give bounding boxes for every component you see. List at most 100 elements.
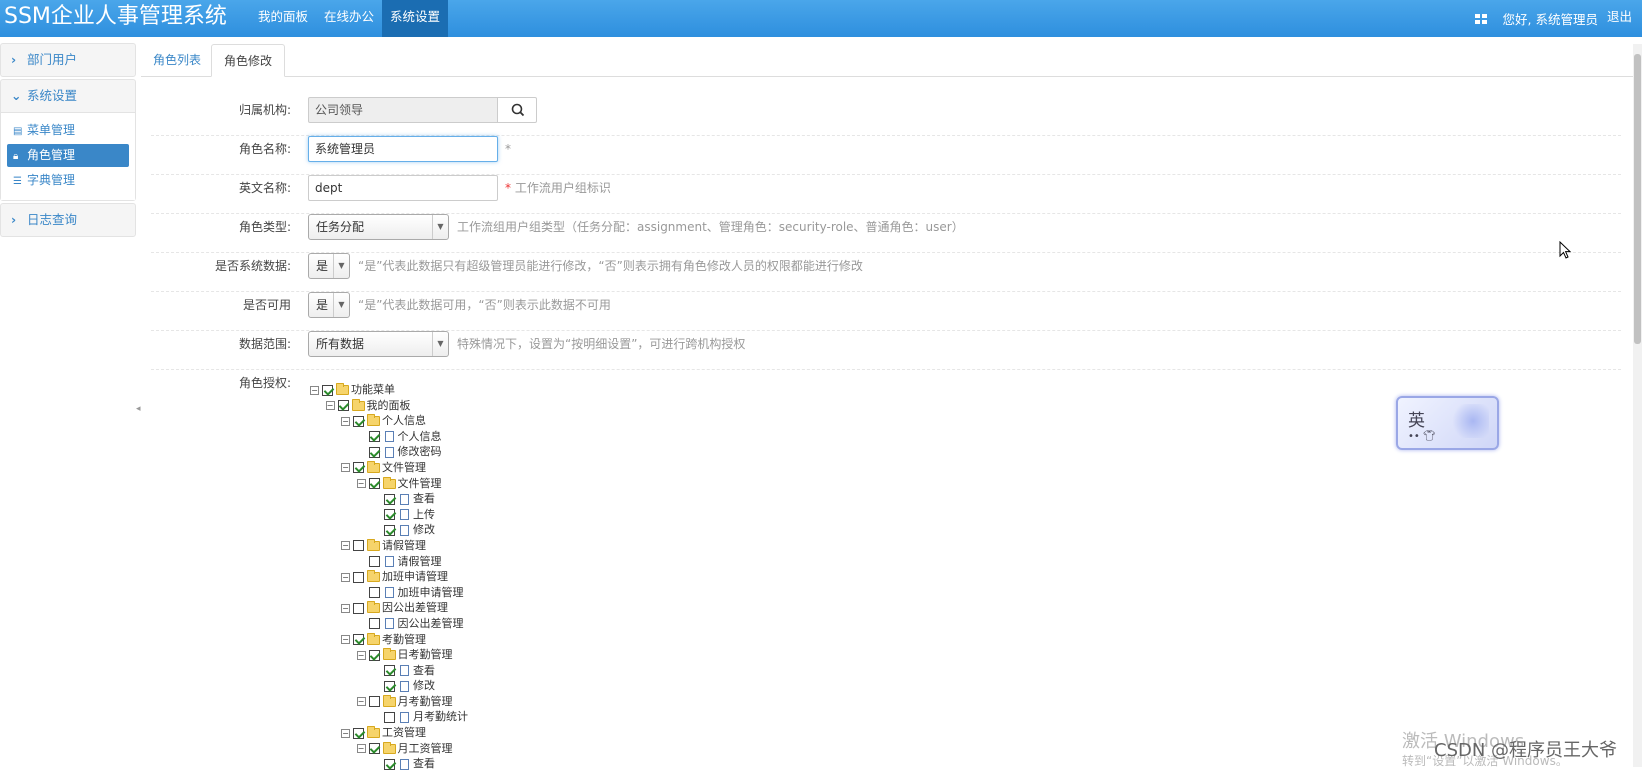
tree-checkbox[interactable] bbox=[353, 634, 364, 645]
tree-checkbox[interactable] bbox=[353, 462, 364, 474]
sidebar-item-label: 菜单管理 bbox=[27, 123, 76, 137]
tree-node-label[interactable]: 修改密码 bbox=[398, 446, 442, 459]
tree-node-label[interactable]: 个人信息 bbox=[398, 430, 442, 443]
sys-data-select[interactable]: 是 ▼ bbox=[308, 253, 350, 279]
tree-node-label[interactable]: 个人信息 bbox=[382, 414, 426, 427]
tree-node-label[interactable]: 功能菜单 bbox=[351, 383, 395, 396]
tree-node-label[interactable]: 查看 bbox=[413, 664, 435, 677]
english-name-input[interactable]: dept bbox=[308, 175, 498, 201]
sidebar-section-header[interactable]: ⌄ 系统设置 bbox=[1, 80, 135, 112]
sidebar-section-header[interactable]: › 部门用户 bbox=[1, 44, 135, 76]
tree-collapse-icon[interactable]: − bbox=[341, 463, 350, 473]
topnav-item-system-settings[interactable]: 系统设置 bbox=[382, 0, 449, 37]
tree-checkbox[interactable] bbox=[384, 680, 395, 692]
tree-checkbox[interactable] bbox=[368, 446, 380, 458]
sidebar-section-header[interactable]: › 日志查询 bbox=[1, 204, 135, 236]
tree-checkbox[interactable] bbox=[384, 493, 395, 505]
app-title[interactable]: SSM企业人事管理系统 bbox=[4, 3, 227, 31]
tree-checkbox[interactable] bbox=[368, 618, 380, 630]
tab-role-list[interactable]: 角色列表 bbox=[141, 44, 213, 77]
tree-collapse-icon[interactable]: − bbox=[356, 697, 366, 707]
tree-node-label[interactable]: 日考勤管理 bbox=[398, 648, 453, 661]
tree-checkbox[interactable] bbox=[337, 400, 349, 412]
tree-checkbox[interactable] bbox=[353, 571, 364, 583]
sidebar-section-label: 日志查询 bbox=[26, 212, 77, 227]
grid-icon[interactable] bbox=[1474, 13, 1487, 24]
tree-checkbox[interactable] bbox=[353, 727, 364, 739]
tree-node: − 个人信息 bbox=[310, 413, 468, 429]
sidebar-item-menu-management[interactable]: ▤ 菜单管理 bbox=[7, 119, 129, 142]
sidebar-item-dict-management[interactable]: ☰ 字典管理 bbox=[7, 169, 129, 192]
tree-node-label[interactable]: 考勤管理 bbox=[382, 633, 426, 646]
tree-node-label[interactable]: 查看 bbox=[413, 757, 435, 770]
tree-collapse-icon[interactable]: − bbox=[356, 744, 366, 754]
tree-checkbox[interactable] bbox=[322, 384, 333, 396]
top-nav: 我的面板 在线办公 系统设置 bbox=[250, 0, 449, 37]
tree-collapse-icon[interactable]: − bbox=[325, 401, 335, 411]
tree-collapse-icon[interactable]: − bbox=[341, 603, 350, 613]
tree-checkbox[interactable] bbox=[368, 649, 380, 661]
tree-node-label[interactable]: 请假管理 bbox=[382, 539, 426, 552]
tree-checkbox[interactable] bbox=[353, 415, 364, 427]
ime-status-widget[interactable]: 英 •• 👕︎ bbox=[1396, 396, 1499, 450]
tree-checkbox[interactable] bbox=[368, 556, 380, 568]
sidebar-section-label: 系统设置 bbox=[26, 88, 77, 103]
tree-checkbox[interactable] bbox=[384, 665, 395, 677]
tree-node-label[interactable]: 我的面板 bbox=[367, 399, 411, 412]
tree-node-label[interactable]: 修改 bbox=[413, 679, 435, 692]
tree-node-label[interactable]: 查看 bbox=[413, 492, 435, 505]
tree-checkbox[interactable] bbox=[368, 587, 380, 599]
tree-node-label[interactable]: 工资管理 bbox=[382, 726, 426, 739]
tree-checkbox[interactable] bbox=[384, 758, 395, 770]
tree-node-label[interactable]: 加班申请管理 bbox=[398, 586, 464, 599]
tree-collapse-icon[interactable]: − bbox=[341, 541, 350, 551]
tree-collapse-icon[interactable]: − bbox=[356, 479, 366, 489]
tree-checkbox[interactable] bbox=[384, 509, 395, 521]
tree-collapse-icon[interactable]: − bbox=[341, 572, 350, 582]
tree-checkbox[interactable] bbox=[368, 431, 380, 443]
scrollbar-thumb[interactable] bbox=[1634, 54, 1641, 344]
tree-node: − 加班申请管理 bbox=[310, 569, 468, 585]
tree-collapse-icon[interactable]: − bbox=[310, 385, 319, 395]
tree-collapse-icon[interactable]: − bbox=[341, 635, 350, 644]
tree-checkbox[interactable] bbox=[368, 696, 380, 708]
tree-collapse-icon[interactable]: − bbox=[356, 650, 366, 660]
folder-icon bbox=[367, 570, 380, 583]
tree-node: 查看 bbox=[310, 663, 468, 679]
tree-node-label[interactable]: 月考勤管理 bbox=[398, 695, 453, 708]
logout-link[interactable]: 退出 bbox=[1607, 0, 1632, 33]
tree-node-label[interactable]: 上传 bbox=[413, 508, 435, 521]
tree-node-label[interactable]: 修改 bbox=[413, 524, 435, 537]
role-type-label: 角色类型: bbox=[238, 220, 291, 234]
page-scrollbar[interactable] bbox=[1633, 44, 1642, 767]
usable-label: 是否可用 bbox=[242, 298, 291, 312]
tree-checkbox[interactable] bbox=[384, 711, 395, 723]
tree-collapse-icon[interactable]: − bbox=[341, 728, 350, 738]
tree-node-label[interactable]: 月工资管理 bbox=[398, 742, 453, 755]
role-type-help: 工作流组用户组类型（任务分配：assignment、管理角色：security-… bbox=[457, 220, 964, 234]
tree-collapse-icon[interactable]: − bbox=[341, 416, 350, 426]
org-input[interactable]: 公司领导 bbox=[308, 97, 498, 123]
sidebar-item-role-management[interactable]: 🔒︎ 角色管理 bbox=[7, 144, 129, 167]
tree-checkbox[interactable] bbox=[368, 743, 380, 755]
usable-select[interactable]: 是 ▼ bbox=[308, 292, 350, 318]
tree-node-label[interactable]: 请假管理 bbox=[398, 555, 442, 568]
tab-role-edit[interactable]: 角色修改 bbox=[211, 44, 286, 77]
tree-node-label[interactable]: 加班申请管理 bbox=[382, 570, 448, 583]
tree-checkbox[interactable] bbox=[368, 478, 380, 490]
user-greeting[interactable]: 您好, 系统管理员 bbox=[1503, 9, 1598, 28]
tree-node-label[interactable]: 文件管理 bbox=[398, 477, 442, 490]
tree-node-label[interactable]: 因公出差管理 bbox=[382, 602, 448, 615]
tree-node-label[interactable]: 文件管理 bbox=[382, 461, 426, 474]
data-scope-select[interactable]: 所有数据 ▼ bbox=[308, 331, 449, 357]
tree-node-label[interactable]: 因公出差管理 bbox=[398, 617, 464, 630]
tree-checkbox[interactable] bbox=[384, 524, 395, 536]
tree-checkbox[interactable] bbox=[353, 602, 364, 614]
topnav-item-online-office[interactable]: 在线办公 bbox=[316, 0, 382, 37]
org-search-button[interactable] bbox=[497, 97, 537, 123]
topnav-item-my-panel[interactable]: 我的面板 bbox=[250, 0, 316, 37]
role-type-select[interactable]: 任务分配 ▼ bbox=[308, 214, 449, 240]
tree-checkbox[interactable] bbox=[353, 540, 364, 552]
role-name-input[interactable]: 系统管理员 bbox=[308, 136, 498, 162]
tree-node-label[interactable]: 月考勤统计 bbox=[413, 711, 468, 724]
